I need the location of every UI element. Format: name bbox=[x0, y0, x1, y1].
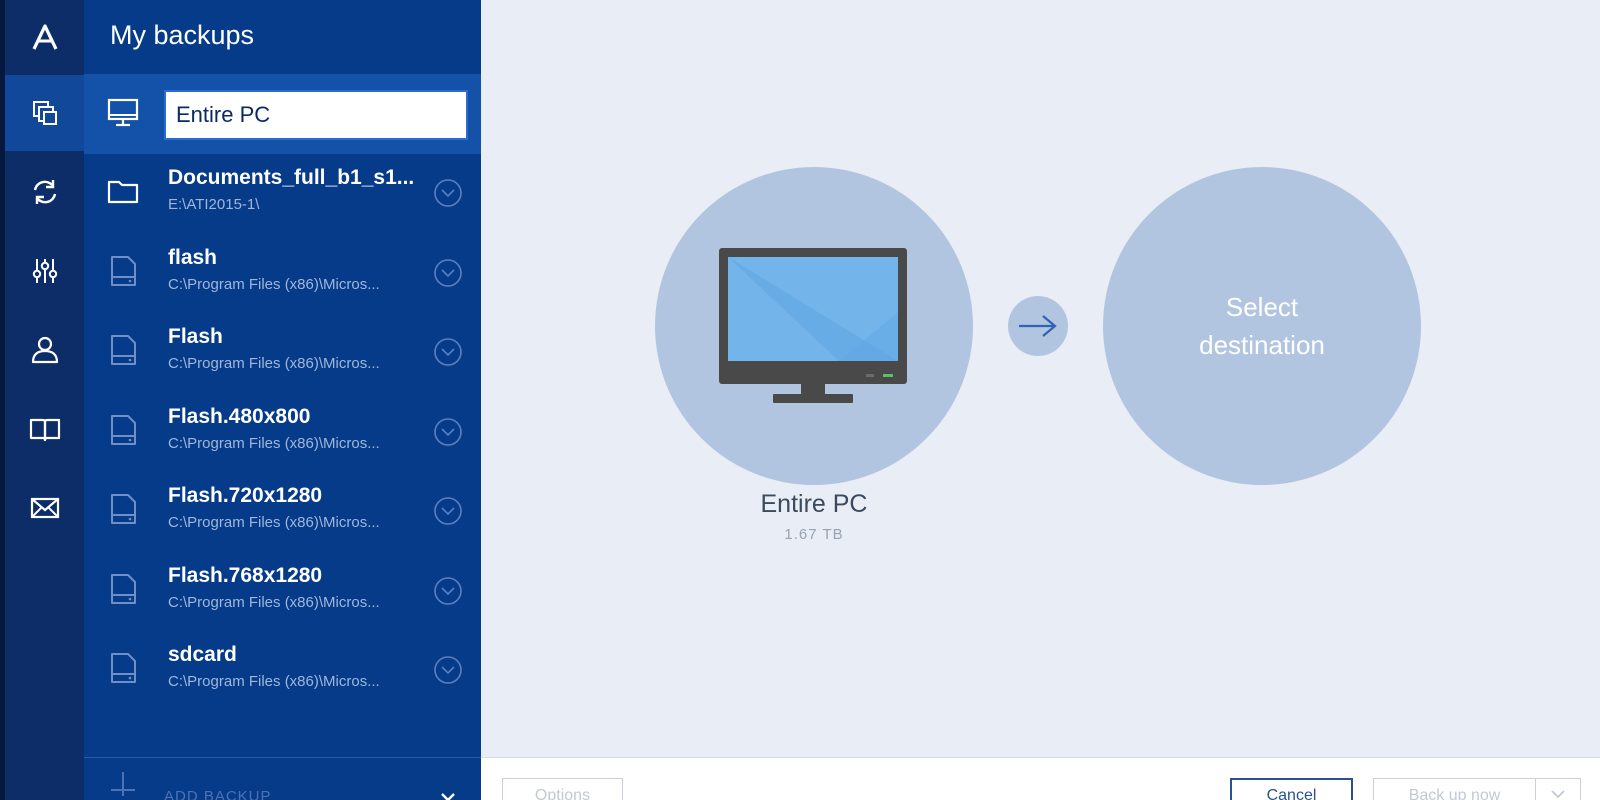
backup-name: Flash bbox=[168, 325, 223, 348]
backup-list-item[interactable]: Flash.720x1280 C:\Program Files (x86)\Mic… bbox=[84, 470, 481, 550]
computer-monitor-icon bbox=[719, 248, 907, 403]
backup-list-item[interactable]: flash C:\Program Files (x86)\Micros... bbox=[84, 232, 481, 312]
backup-path: C:\Program Files (x86)\Micros... bbox=[168, 514, 380, 531]
icon-rail bbox=[0, 0, 84, 800]
backup-name: flash bbox=[168, 245, 218, 269]
rail-tools[interactable] bbox=[5, 233, 84, 309]
backup-list-panel: My backups Documents_full_b1_s1... E:\ATI… bbox=[84, 0, 481, 800]
folder-icon bbox=[107, 180, 139, 204]
backup-list-item[interactable]: sdcard C:\Program Files (x86)\Micros... bbox=[84, 629, 481, 709]
chevron-down-icon bbox=[1551, 790, 1565, 799]
chevron-down-circle-icon[interactable] bbox=[433, 576, 463, 606]
rail-mail[interactable] bbox=[5, 470, 84, 546]
file-icon bbox=[111, 335, 136, 365]
rail-backup[interactable] bbox=[5, 75, 84, 151]
backup-icon bbox=[32, 101, 57, 125]
acronis-logo-icon bbox=[32, 24, 57, 50]
chevron-down-circle-icon[interactable] bbox=[433, 655, 463, 685]
chevron-down-circle-icon[interactable] bbox=[433, 417, 463, 447]
rail-account[interactable] bbox=[5, 312, 84, 388]
backup-name: Flash.720x1280 bbox=[168, 484, 323, 507]
chevron-down-circle-icon[interactable] bbox=[433, 258, 463, 288]
backup-name: Documents_full_b1_s1... bbox=[168, 166, 415, 189]
rail-help[interactable] bbox=[5, 391, 84, 467]
backup-path: E:\ATI2015-1\ bbox=[168, 196, 260, 213]
select-destination-button[interactable]: Select destination bbox=[1103, 167, 1421, 485]
destination-label: Select destination bbox=[1199, 292, 1325, 360]
arrow-circle bbox=[1008, 296, 1068, 356]
acronis-logo bbox=[5, 0, 84, 76]
backup-list-item[interactable]: Flash C:\Program Files (x86)\Micros... bbox=[84, 311, 481, 391]
backup-path: C:\Program Files (x86)\Micros... bbox=[168, 275, 380, 293]
backup-path: C:\Program Files (x86)\Micros... bbox=[168, 434, 380, 452]
backup-name-input[interactable] bbox=[164, 90, 468, 140]
back-up-now-dropdown[interactable] bbox=[1536, 778, 1581, 800]
add-backup-button[interactable]: ADD BACKUP bbox=[84, 757, 481, 800]
monitor-icon bbox=[107, 98, 139, 127]
chevron-down-icon[interactable] bbox=[440, 792, 456, 800]
cancel-button[interactable]: Cancel bbox=[1230, 778, 1353, 800]
backup-name: Flash.480x800 bbox=[168, 404, 311, 428]
chevron-down-circle-icon[interactable] bbox=[433, 337, 463, 367]
options-button[interactable]: Options bbox=[502, 778, 623, 800]
source-size: 1.67 TB bbox=[784, 526, 844, 543]
tools-icon bbox=[32, 259, 57, 283]
backup-path: C:\Program Files (x86)\Micros... bbox=[168, 593, 380, 611]
backup-list-item[interactable]: Flash.480x800 C:\Program Files (x86)\Micr… bbox=[84, 391, 481, 471]
backup-name: sdcard bbox=[168, 643, 237, 666]
panel-title: My backups bbox=[110, 20, 255, 50]
chevron-down-circle-icon[interactable] bbox=[433, 496, 463, 526]
source-name: Entire PC bbox=[760, 490, 868, 518]
account-icon bbox=[31, 336, 58, 364]
back-up-now-button[interactable]: Back up now bbox=[1373, 778, 1536, 800]
arrow-right-icon bbox=[1019, 315, 1057, 337]
sync-icon bbox=[33, 180, 56, 204]
file-icon bbox=[111, 573, 136, 604]
selected-backup-row[interactable] bbox=[84, 74, 481, 154]
backup-path: C:\Program Files (x86)\Micros... bbox=[168, 673, 380, 690]
chevron-down-circle-icon[interactable] bbox=[433, 178, 463, 208]
help-book-icon bbox=[29, 418, 60, 442]
file-icon bbox=[111, 255, 136, 286]
add-backup-label: ADD BACKUP bbox=[164, 788, 272, 800]
file-icon bbox=[111, 494, 136, 524]
backup-list-item[interactable]: Documents_full_b1_s1... E:\ATI2015-1\ bbox=[84, 152, 481, 232]
backup-path: C:\Program Files (x86)\Micros... bbox=[168, 355, 380, 372]
rail-sync[interactable] bbox=[5, 154, 84, 230]
backup-name: Flash.768x1280 bbox=[168, 563, 323, 587]
mail-icon bbox=[30, 497, 59, 519]
file-icon bbox=[111, 653, 136, 683]
plus-icon bbox=[111, 772, 135, 796]
backup-list-item[interactable]: Flash.768x1280 C:\Program Files (x86)\Mic… bbox=[84, 550, 481, 630]
footer-bar: Options Cancel Back up now bbox=[481, 757, 1600, 800]
main-content: Select destination Entire PC 1.67 TB bbox=[481, 0, 1600, 757]
file-icon bbox=[111, 414, 136, 445]
